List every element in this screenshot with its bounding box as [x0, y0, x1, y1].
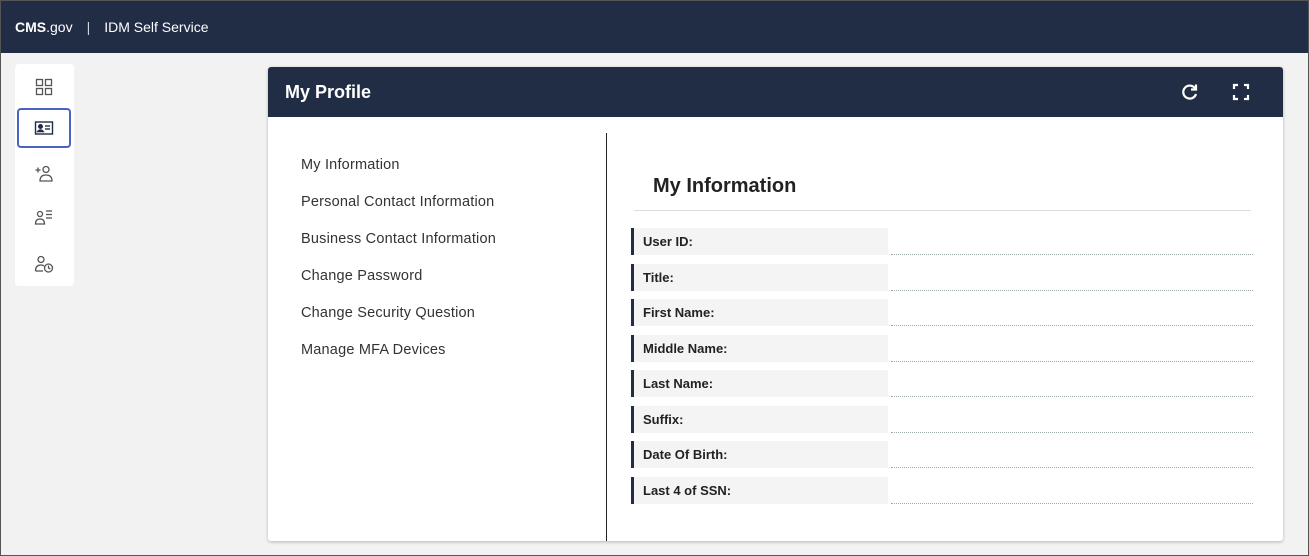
fullscreen-button[interactable]: [1231, 82, 1251, 102]
brand-bold: CMS: [15, 19, 47, 35]
app-title: IDM Self Service: [104, 19, 209, 35]
card-title: My Profile: [285, 81, 372, 102]
field-label-title: Title:: [631, 263, 888, 291]
field-label-last-name: Last Name:: [631, 370, 888, 397]
refresh-button[interactable]: [1180, 82, 1200, 102]
panel-divider: [606, 133, 607, 541]
side-navigation: [15, 64, 74, 286]
user-list-icon: [34, 210, 52, 225]
cms-logo[interactable]: CMS.gov: [15, 19, 73, 35]
field-label-first-name: First Name:: [631, 299, 888, 326]
section-divider: [634, 210, 1251, 211]
add-user-icon: [35, 165, 53, 182]
fullscreen-icon: [1232, 83, 1250, 101]
menu-item-manage-mfa-devices[interactable]: Manage MFA Devices: [301, 340, 496, 377]
field-label-user-id: User ID:: [631, 228, 888, 255]
field-value-last-name: [891, 370, 1253, 397]
nav-dashboard-button[interactable]: [17, 67, 71, 107]
top-navigation-bar: CMS.gov | IDM Self Service: [1, 1, 1308, 53]
menu-item-change-password[interactable]: Change Password: [301, 266, 496, 303]
field-value-user-id: [891, 228, 1253, 255]
nav-user-history-button[interactable]: [17, 244, 71, 284]
card-header: My Profile: [268, 67, 1283, 117]
section-title: My Information: [653, 175, 797, 197]
field-label-suffix: Suffix:: [631, 405, 888, 433]
header-separator: |: [86, 19, 91, 35]
field-value-title: [891, 264, 1253, 291]
field-value-date-of-birth: [891, 441, 1253, 468]
dashboard-grid-icon: [35, 78, 53, 96]
profile-card-icon: [34, 121, 54, 135]
brand-rest: .gov: [46, 19, 73, 35]
user-history-icon: [34, 255, 54, 273]
field-value-middle-name: [891, 335, 1253, 362]
refresh-icon: [1182, 84, 1198, 100]
field-value-last-4-ssn: [891, 477, 1253, 504]
nav-profile-button[interactable]: [17, 108, 71, 148]
nav-user-list-button[interactable]: [17, 197, 71, 237]
nav-add-user-button[interactable]: [17, 154, 71, 194]
profile-menu: My Information Personal Contact Informat…: [301, 155, 496, 377]
menu-item-personal-contact[interactable]: Personal Contact Information: [301, 192, 496, 229]
menu-item-my-information[interactable]: My Information: [301, 155, 496, 192]
field-value-suffix: [891, 406, 1253, 433]
field-label-middle-name: Middle Name:: [631, 334, 888, 362]
field-label-date-of-birth: Date Of Birth:: [631, 441, 888, 468]
menu-item-business-contact[interactable]: Business Contact Information: [301, 229, 496, 266]
field-value-first-name: [891, 299, 1253, 326]
field-label-last-4-ssn: Last 4 of SSN:: [631, 476, 888, 504]
menu-item-change-security-question[interactable]: Change Security Question: [301, 303, 496, 340]
my-profile-card: My Profile My Information Personal Conta…: [268, 67, 1283, 541]
